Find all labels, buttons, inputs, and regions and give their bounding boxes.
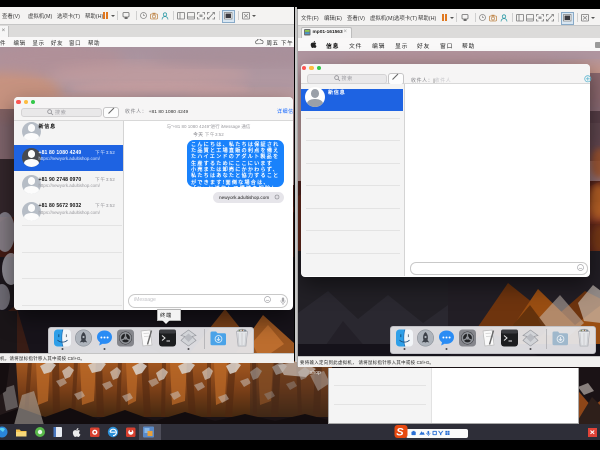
svg-text:S: S xyxy=(396,427,404,439)
